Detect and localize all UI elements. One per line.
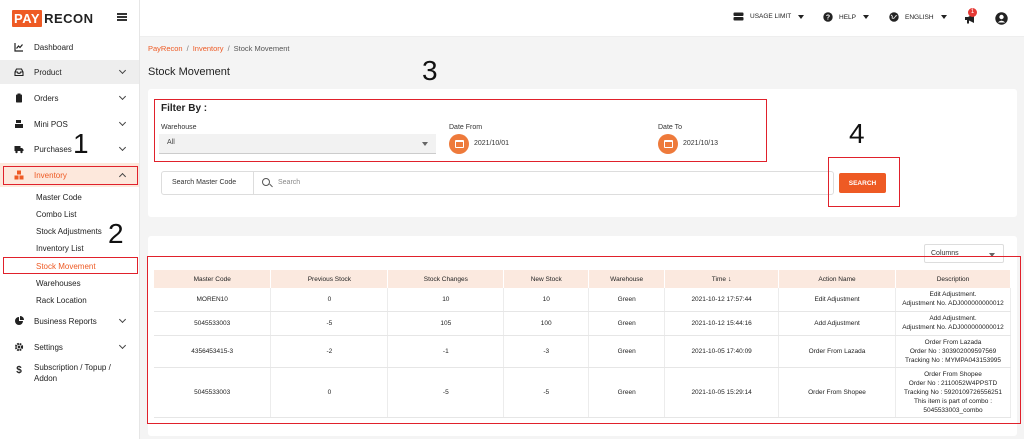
- svg-text:?: ?: [826, 15, 830, 22]
- sidebar-label: Product: [34, 67, 62, 77]
- sidebar-label-line: Subscription / Topup /: [34, 363, 111, 372]
- sidebar-subitem-combo-list[interactable]: Combo List: [36, 210, 76, 219]
- sidebar-subitem-inventory-list[interactable]: Inventory List: [36, 244, 84, 253]
- sidebar-subitem-stock-adjustments[interactable]: Stock Adjustments: [36, 227, 102, 236]
- globe-icon: [889, 12, 899, 22]
- sidebar-subitem-warehouses[interactable]: Warehouses: [36, 279, 81, 288]
- sidebar-label: Orders: [34, 93, 59, 103]
- gear-icon: [14, 342, 24, 352]
- user-avatar-icon[interactable]: [995, 12, 1008, 25]
- search-icon: [262, 178, 270, 186]
- usage-limit-menu[interactable]: USAGE LIMIT: [733, 12, 805, 21]
- search-input[interactable]: Search: [278, 179, 300, 186]
- usage-limit-label: USAGE LIMIT: [750, 13, 792, 20]
- hamburger-menu-icon[interactable]: [117, 13, 127, 21]
- sidebar-label: Settings: [34, 342, 63, 352]
- sidebar-item-settings[interactable]: Settings: [0, 335, 139, 359]
- sidebar-label: Subscription / Topup / Addon: [34, 362, 111, 384]
- language-label: ENGLISH: [905, 13, 934, 21]
- help-menu[interactable]: ? HELP: [823, 12, 869, 22]
- sidebar-label: Purchases: [34, 144, 72, 154]
- breadcrumb: PayRecon / Inventory / Stock Movement: [148, 44, 290, 53]
- notification-badge: 1: [968, 8, 977, 17]
- cash-register-icon: [15, 120, 23, 128]
- page-title: Stock Movement: [148, 66, 230, 78]
- sidebar-item-subscription[interactable]: $ Subscription / Topup / Addon: [0, 362, 139, 392]
- help-icon: ?: [823, 12, 833, 22]
- chevron-down-icon: [118, 143, 127, 152]
- annotation-number-3: 3: [422, 55, 438, 86]
- sidebar-item-purchases[interactable]: Purchases: [0, 137, 139, 161]
- sidebar-item-dashboard[interactable]: Dashboard: [0, 35, 139, 59]
- caret-down-icon: [798, 14, 805, 19]
- sidebar-item-mini-pos[interactable]: Mini POS: [0, 112, 139, 136]
- pie-chart-icon: [15, 316, 24, 325]
- breadcrumb-inventory-link[interactable]: Inventory: [193, 44, 224, 53]
- payrecon-logo[interactable]: PAY RECON: [12, 10, 94, 27]
- annotation-box-search-button: [828, 157, 900, 207]
- truck-icon: [14, 146, 24, 154]
- logo-pay: PAY: [12, 10, 43, 27]
- annotation-box-inventory: [3, 166, 138, 185]
- sidebar-item-product[interactable]: Product: [0, 60, 139, 84]
- annotation-number-2: 2: [108, 218, 124, 249]
- annotation-number-1: 1: [73, 128, 89, 159]
- sidebar-item-orders[interactable]: Orders: [0, 86, 139, 110]
- chevron-down-icon: [118, 92, 127, 101]
- breadcrumb-home-link[interactable]: PayRecon: [148, 44, 183, 53]
- inbox-icon: [14, 68, 24, 77]
- server-icon: [733, 12, 744, 21]
- caret-down-icon: [940, 15, 947, 19]
- sidebar-item-business-reports[interactable]: Business Reports: [0, 309, 139, 333]
- chevron-down-icon: [118, 118, 127, 127]
- breadcrumb-current: Stock Movement: [233, 44, 290, 53]
- sidebar-label-line: Addon: [34, 374, 58, 383]
- sidebar-subitem-master-code[interactable]: Master Code: [36, 193, 82, 202]
- annotation-number-4: 4: [849, 118, 865, 149]
- language-menu[interactable]: ENGLISH: [889, 12, 947, 22]
- annotation-box-filter: [154, 99, 767, 162]
- sidebar-subitem-rack-location[interactable]: Rack Location: [36, 296, 87, 305]
- sidebar-label: Mini POS: [34, 119, 68, 129]
- caret-down-icon: [862, 15, 869, 19]
- help-label: HELP: [839, 13, 856, 21]
- chevron-down-icon: [118, 341, 127, 350]
- annotation-box-stock-movement: [3, 257, 138, 274]
- annotation-box-table: [147, 256, 1021, 424]
- search-master-code-label: Search Master Code: [172, 179, 237, 186]
- dollar-icon: $: [16, 365, 22, 376]
- clipboard-icon: [16, 93, 22, 103]
- chart-line-icon: [14, 43, 23, 52]
- sidebar-label: Business Reports: [34, 316, 97, 326]
- sidebar-label: Dashboard: [34, 42, 74, 52]
- chevron-down-icon: [118, 315, 127, 324]
- chevron-down-icon: [118, 66, 127, 75]
- logo-recon: RECON: [44, 11, 94, 26]
